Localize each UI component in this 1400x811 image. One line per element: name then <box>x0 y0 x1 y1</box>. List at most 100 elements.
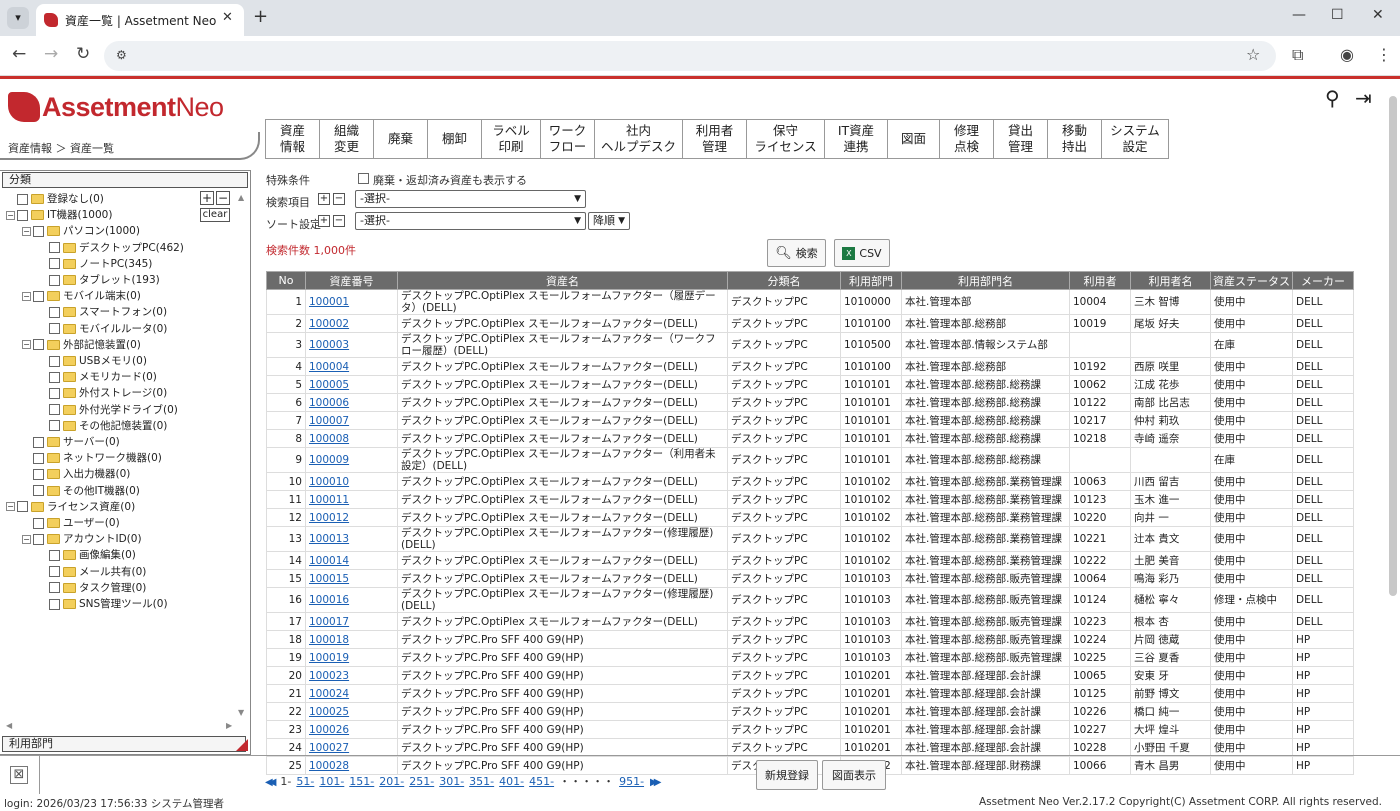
site-settings-icon[interactable]: ⚙ <box>116 48 127 62</box>
tree-checkbox[interactable] <box>49 598 60 610</box>
tree-checkbox[interactable] <box>33 517 44 529</box>
asset-number-link[interactable]: 100011 <box>309 494 349 506</box>
page-link[interactable]: 201- <box>379 775 404 788</box>
table-row[interactable]: 20 100023 デスクトップPC.Pro SFF 400 G9(HP) デスクトッ… <box>266 666 1354 685</box>
table-row[interactable]: 7 100007 デスクトップPC.OptiPlex スモールフォームファクター(D… <box>266 411 1354 430</box>
resize-corner-icon[interactable] <box>236 739 248 751</box>
table-row[interactable]: 18 100018 デスクトップPC.Pro SFF 400 G9(HP) デスクトッ… <box>266 630 1354 649</box>
tree-checkbox[interactable] <box>49 258 60 270</box>
tree-node-label[interactable]: SNS管理ツール(0) <box>79 596 168 612</box>
column-header[interactable]: 利用部門 <box>840 271 902 290</box>
menu-item[interactable]: 社内 ヘルプデスク <box>595 119 683 159</box>
tree-node-label[interactable]: ライセンス資産(0) <box>47 499 135 515</box>
tree-checkbox[interactable] <box>33 452 44 464</box>
menu-item[interactable]: 廃棄 <box>374 119 428 159</box>
page-link[interactable]: 401- <box>499 775 524 788</box>
url-input[interactable]: ⚙ <box>104 41 1276 71</box>
tree-checkbox[interactable] <box>49 566 60 578</box>
tree-checkbox[interactable] <box>33 225 44 237</box>
tree-node-label[interactable]: デスクトップPC(462) <box>79 240 184 256</box>
tree-node[interactable]: − モバイル端末(0) <box>22 288 141 304</box>
column-header[interactable]: 資産ステータス <box>1210 271 1293 290</box>
tree-checkbox[interactable] <box>49 582 60 594</box>
asset-number-link[interactable]: 100013 <box>309 533 349 545</box>
expand-all-button[interactable]: + <box>200 191 214 205</box>
menu-item[interactable]: 修理 点検 <box>940 119 994 159</box>
tree-checkbox[interactable] <box>49 306 60 318</box>
tree-checkbox[interactable] <box>49 420 60 432</box>
extensions-icon[interactable]: ⧉ <box>1292 45 1303 65</box>
new-tab-icon[interactable]: + <box>253 6 268 27</box>
tree-checkbox[interactable] <box>49 274 60 286</box>
csv-button[interactable]: X CSV <box>834 239 890 267</box>
scroll-left-icon[interactable]: ◀ <box>6 721 12 730</box>
column-header[interactable]: 分類名 <box>727 271 841 290</box>
tree-checkbox[interactable] <box>17 193 28 205</box>
table-row[interactable]: 17 100017 デスクトップPC.OptiPlex スモールフォームファクター(… <box>266 612 1354 631</box>
tree-node[interactable]: 入出力機器(0) <box>22 466 130 482</box>
menu-item[interactable]: 資産 情報 <box>266 119 320 159</box>
tree-checkbox[interactable] <box>17 501 28 513</box>
sort-select[interactable]: -選択- ▼ <box>355 212 586 230</box>
tree-node[interactable]: 画像編集(0) <box>38 547 136 563</box>
tree-node-label[interactable]: ネットワーク機器(0) <box>63 450 162 466</box>
table-row[interactable]: 16 100016 デスクトップPC.OptiPlex スモールフォームファクター(… <box>266 587 1354 613</box>
tree-node[interactable]: ノートPC(345) <box>38 256 152 272</box>
tree-node-label[interactable]: その他記憶装置(0) <box>79 418 167 434</box>
table-row[interactable]: 24 100027 デスクトップPC.Pro SFF 400 G9(HP) デスクトッ… <box>266 738 1354 757</box>
tree-checkbox[interactable] <box>49 242 60 254</box>
tree-toggle-icon[interactable]: − <box>6 502 15 512</box>
classification-header[interactable]: 分類 <box>2 172 248 188</box>
tree-node-label[interactable]: パソコン(1000) <box>63 223 140 239</box>
close-tab-icon[interactable]: ✕ <box>222 10 233 25</box>
asset-number-link[interactable]: 100023 <box>309 670 349 682</box>
tree-node[interactable]: − アカウントID(0) <box>22 531 142 547</box>
table-row[interactable]: 8 100008 デスクトップPC.OptiPlex スモールフォームファクター(D… <box>266 429 1354 448</box>
tree-checkbox[interactable] <box>33 436 44 448</box>
tree-node[interactable]: スマートフォン(0) <box>38 304 167 320</box>
column-header[interactable]: 利用者 <box>1069 271 1131 290</box>
maximize-icon[interactable]: ☐ <box>1331 7 1344 23</box>
page-link[interactable]: 251- <box>409 775 434 788</box>
first-page-icon[interactable]: ◀◀ <box>265 777 277 788</box>
tree-node[interactable]: − ライセンス資産(0) <box>6 499 135 515</box>
add-search-item-button[interactable]: + <box>318 193 330 205</box>
tree-node[interactable]: タスク管理(0) <box>38 580 146 596</box>
tree-node[interactable]: タブレット(193) <box>38 272 160 288</box>
browser-tab[interactable]: 資産一覧 | Assetment Neo ✕ <box>36 4 244 36</box>
page-link[interactable]: 51- <box>296 775 314 788</box>
page-link[interactable]: 101- <box>319 775 344 788</box>
close-window-icon[interactable]: ✕ <box>1372 7 1384 23</box>
tree-node[interactable]: メール共有(0) <box>38 564 146 580</box>
tree-node[interactable]: その他記憶装置(0) <box>38 418 167 434</box>
asset-number-link[interactable]: 100009 <box>309 454 349 466</box>
tree-node[interactable]: 外付ストレージ(0) <box>38 385 167 401</box>
table-row[interactable]: 14 100014 デスクトップPC.OptiPlex スモールフォームファクター(… <box>266 551 1354 570</box>
tree-node[interactable]: デスクトップPC(462) <box>38 240 184 256</box>
asset-number-link[interactable]: 100010 <box>309 476 349 488</box>
menu-item[interactable]: 保守 ライセンス <box>747 119 825 159</box>
main-scrollbar[interactable] <box>1386 86 1400 754</box>
remove-sort-button[interactable]: − <box>333 215 345 227</box>
tree-checkbox[interactable] <box>33 468 44 480</box>
sidebar-scrollbar[interactable]: ▲ ▼ <box>236 191 249 719</box>
scroll-up-icon[interactable]: ▲ <box>238 193 244 202</box>
asset-number-link[interactable]: 100027 <box>309 742 349 754</box>
tree-node[interactable]: 外付光学ドライブ(0) <box>38 402 178 418</box>
asset-number-link[interactable]: 100008 <box>309 433 349 445</box>
tree-checkbox[interactable] <box>49 323 60 335</box>
table-row[interactable]: 2 100002 デスクトップPC.OptiPlex スモールフォームファクター(D… <box>266 314 1354 333</box>
tree-node-label[interactable]: サーバー(0) <box>63 434 120 450</box>
tree-node[interactable]: サーバー(0) <box>22 434 120 450</box>
asset-number-link[interactable]: 100001 <box>309 296 349 308</box>
table-row[interactable]: 9 100009 デスクトップPC.OptiPlex スモールフォームファクター（利… <box>266 447 1354 473</box>
search-button[interactable]: 🔍︎ 検索 <box>767 239 826 267</box>
tree-node-label[interactable]: 入出力機器(0) <box>63 466 130 482</box>
menu-item[interactable]: ラベル 印刷 <box>482 119 541 159</box>
tree-node-label[interactable]: 外部記憶装置(0) <box>63 337 141 353</box>
table-row[interactable]: 11 100011 デスクトップPC.OptiPlex スモールフォームファクター(… <box>266 490 1354 509</box>
page-link[interactable]: 951- <box>619 775 644 788</box>
clear-button[interactable]: clear <box>200 208 230 222</box>
tree-node-label[interactable]: タスク管理(0) <box>79 580 146 596</box>
table-row[interactable]: 1 100001 デスクトップPC.OptiPlex スモールフォームファクター（履… <box>266 289 1354 315</box>
